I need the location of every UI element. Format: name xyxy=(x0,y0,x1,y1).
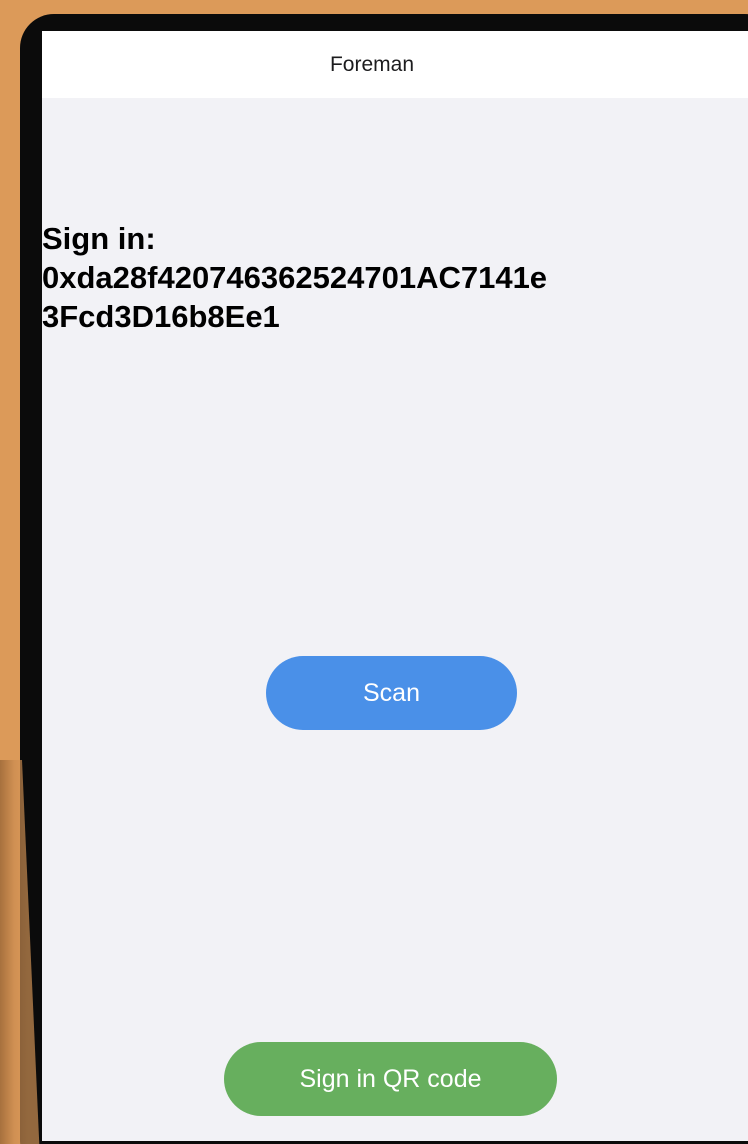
sign-in-address: Sign in: 0xda28f420746362524701AC7141e 3… xyxy=(42,219,742,336)
sign-in-qr-code-button-label: Sign in QR code xyxy=(299,1064,482,1093)
sign-in-qr-code-button[interactable]: Sign in QR code xyxy=(224,1042,557,1116)
scan-button[interactable]: Scan xyxy=(266,656,517,730)
wallet-address-line-2: 3Fcd3D16b8Ee1 xyxy=(42,299,280,334)
app-screen: Foreman Sign in: 0xda28f420746362524701A… xyxy=(42,31,748,1141)
navigation-bar: Foreman xyxy=(42,31,748,98)
wallet-address-line-1: 0xda28f420746362524701AC7141e xyxy=(42,260,548,295)
scan-button-label: Scan xyxy=(363,678,420,707)
page-title: Foreman xyxy=(329,52,415,76)
sign-in-label: Sign in: xyxy=(42,221,156,256)
